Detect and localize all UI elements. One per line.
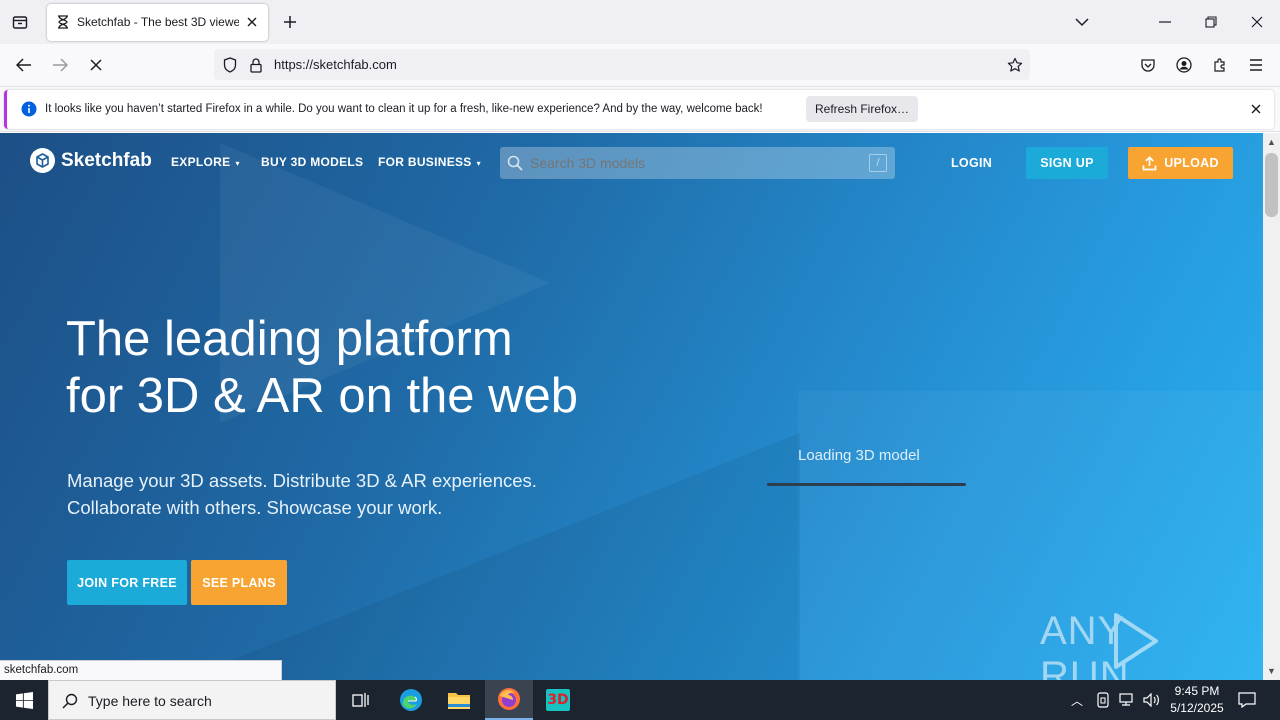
shield-icon[interactable] xyxy=(220,55,240,75)
minimize-button[interactable] xyxy=(1150,8,1180,36)
page-content: Sketchfab EXPLORE ▾ BUY 3D MODELS FOR BU… xyxy=(0,133,1263,680)
pocket-icon[interactable] xyxy=(1137,54,1159,76)
anyrun-watermark: ANY RUN xyxy=(1040,609,1263,680)
forward-icon[interactable] xyxy=(46,51,74,79)
nav-buy-3d-models[interactable]: BUY 3D MODELS xyxy=(261,155,363,169)
hero-title-line-1: The leading platform xyxy=(66,312,513,366)
hourglass-icon xyxy=(55,14,71,30)
site-search[interactable]: / xyxy=(500,147,895,179)
upload-icon xyxy=(1142,155,1157,171)
notification-message: It looks like you haven’t started Firefo… xyxy=(45,103,763,115)
see-plans-button[interactable]: SEE PLANS xyxy=(191,560,287,605)
status-url-tooltip: sketchfab.com xyxy=(0,660,282,680)
taskbar-search-box[interactable]: Type here to search xyxy=(48,680,336,720)
page-scrollbar[interactable]: ▲ ▼ xyxy=(1263,133,1280,680)
list-all-tabs-icon[interactable] xyxy=(1070,9,1094,35)
nav-for-business[interactable]: FOR BUSINESS ▾ xyxy=(378,155,481,169)
device-icon[interactable] xyxy=(1094,690,1112,710)
chevron-down-icon: ▾ xyxy=(235,159,240,168)
back-icon[interactable] xyxy=(10,51,38,79)
url-text[interactable]: https://sketchfab.com xyxy=(274,57,397,72)
upload-button[interactable]: UPLOAD xyxy=(1128,147,1233,179)
system-clock[interactable]: 9:45 PM 5/12/2025 xyxy=(1164,683,1230,717)
clock-time: 9:45 PM xyxy=(1174,684,1220,698)
nav-explore-label: EXPLORE xyxy=(171,155,231,169)
tab-list-icon[interactable] xyxy=(6,8,34,36)
search-input[interactable] xyxy=(530,152,860,174)
menu-icon[interactable] xyxy=(1245,54,1267,76)
url-bar[interactable]: https://sketchfab.com xyxy=(214,49,1030,80)
tab-title: Sketchfab - The best 3D viewer xyxy=(77,15,239,29)
edge-icon[interactable] xyxy=(389,680,433,720)
stop-loading-icon[interactable] xyxy=(82,51,110,79)
upload-label: UPLOAD xyxy=(1164,156,1219,170)
restore-button[interactable] xyxy=(1196,8,1226,36)
windows-start-icon[interactable] xyxy=(0,680,48,720)
new-tab-button[interactable] xyxy=(278,9,302,35)
join-for-free-button[interactable]: JOIN FOR FREE xyxy=(67,560,187,605)
loading-progress-bar xyxy=(767,483,966,486)
volume-icon[interactable] xyxy=(1141,690,1161,710)
nav-business-label: FOR BUSINESS xyxy=(378,155,472,169)
login-link[interactable]: LOGIN xyxy=(951,156,992,170)
firefox-taskbar-icon[interactable] xyxy=(485,680,533,720)
hero-subtitle-line-1: Manage your 3D assets. Distribute 3D & A… xyxy=(67,470,537,491)
scroll-down-arrow[interactable]: ▼ xyxy=(1265,665,1278,677)
notifications-icon[interactable] xyxy=(1236,689,1258,711)
3d-app-icon[interactable]: 3D xyxy=(536,680,580,720)
search-icon xyxy=(506,154,524,172)
scrollbar-thumb[interactable] xyxy=(1265,153,1278,217)
bookmark-star-icon[interactable] xyxy=(1004,54,1026,76)
taskbar-search-placeholder: Type here to search xyxy=(88,693,212,709)
search-shortcut-key: / xyxy=(869,154,887,172)
task-view-icon[interactable] xyxy=(339,680,383,720)
logo-text: Sketchfab xyxy=(61,149,152,171)
hero-title: The leading platform for 3D & AR on the … xyxy=(66,311,578,425)
scroll-up-arrow[interactable]: ▲ xyxy=(1265,136,1278,148)
browser-tab-sketchfab[interactable]: Sketchfab - The best 3D viewer xyxy=(47,4,268,41)
windows-taskbar: Type here to search 3D ︿ 9:45 PM 5/12/20… xyxy=(0,680,1280,720)
file-explorer-icon[interactable] xyxy=(437,680,481,720)
close-window-button[interactable] xyxy=(1242,8,1272,36)
search-icon xyxy=(60,691,80,711)
sign-up-button[interactable]: SIGN UP xyxy=(1026,147,1108,179)
site-logo[interactable]: Sketchfab xyxy=(30,148,152,173)
chevron-down-icon: ▾ xyxy=(476,159,481,168)
hero-subtitle: Manage your 3D assets. Distribute 3D & A… xyxy=(67,467,537,521)
notification-bar: It looks like you haven’t started Firefo… xyxy=(0,86,1280,132)
close-tab-icon[interactable] xyxy=(243,13,261,31)
hero-subtitle-line-2: Collaborate with others. Showcase your w… xyxy=(67,497,443,518)
lock-icon[interactable] xyxy=(246,55,266,75)
account-icon[interactable] xyxy=(1173,54,1195,76)
loading-3d-model-text: Loading 3D model xyxy=(798,447,920,464)
refresh-firefox-button[interactable]: Refresh Firefox… xyxy=(806,96,918,122)
chevron-up-icon[interactable]: ︿ xyxy=(1071,692,1083,709)
extensions-icon[interactable] xyxy=(1209,54,1231,76)
clock-date: 5/12/2025 xyxy=(1170,701,1224,715)
play-icon xyxy=(1110,611,1162,671)
status-url-text: sketchfab.com xyxy=(4,664,79,676)
tab-bar: Sketchfab - The best 3D viewer xyxy=(0,0,1280,44)
nav-explore[interactable]: EXPLORE ▾ xyxy=(171,155,239,169)
hero-title-line-2: for 3D & AR on the web xyxy=(66,369,579,423)
network-icon[interactable] xyxy=(1117,690,1137,710)
info-icon xyxy=(21,101,37,117)
close-notification-icon[interactable] xyxy=(1247,100,1265,118)
sketchfab-logo-icon xyxy=(30,148,55,173)
